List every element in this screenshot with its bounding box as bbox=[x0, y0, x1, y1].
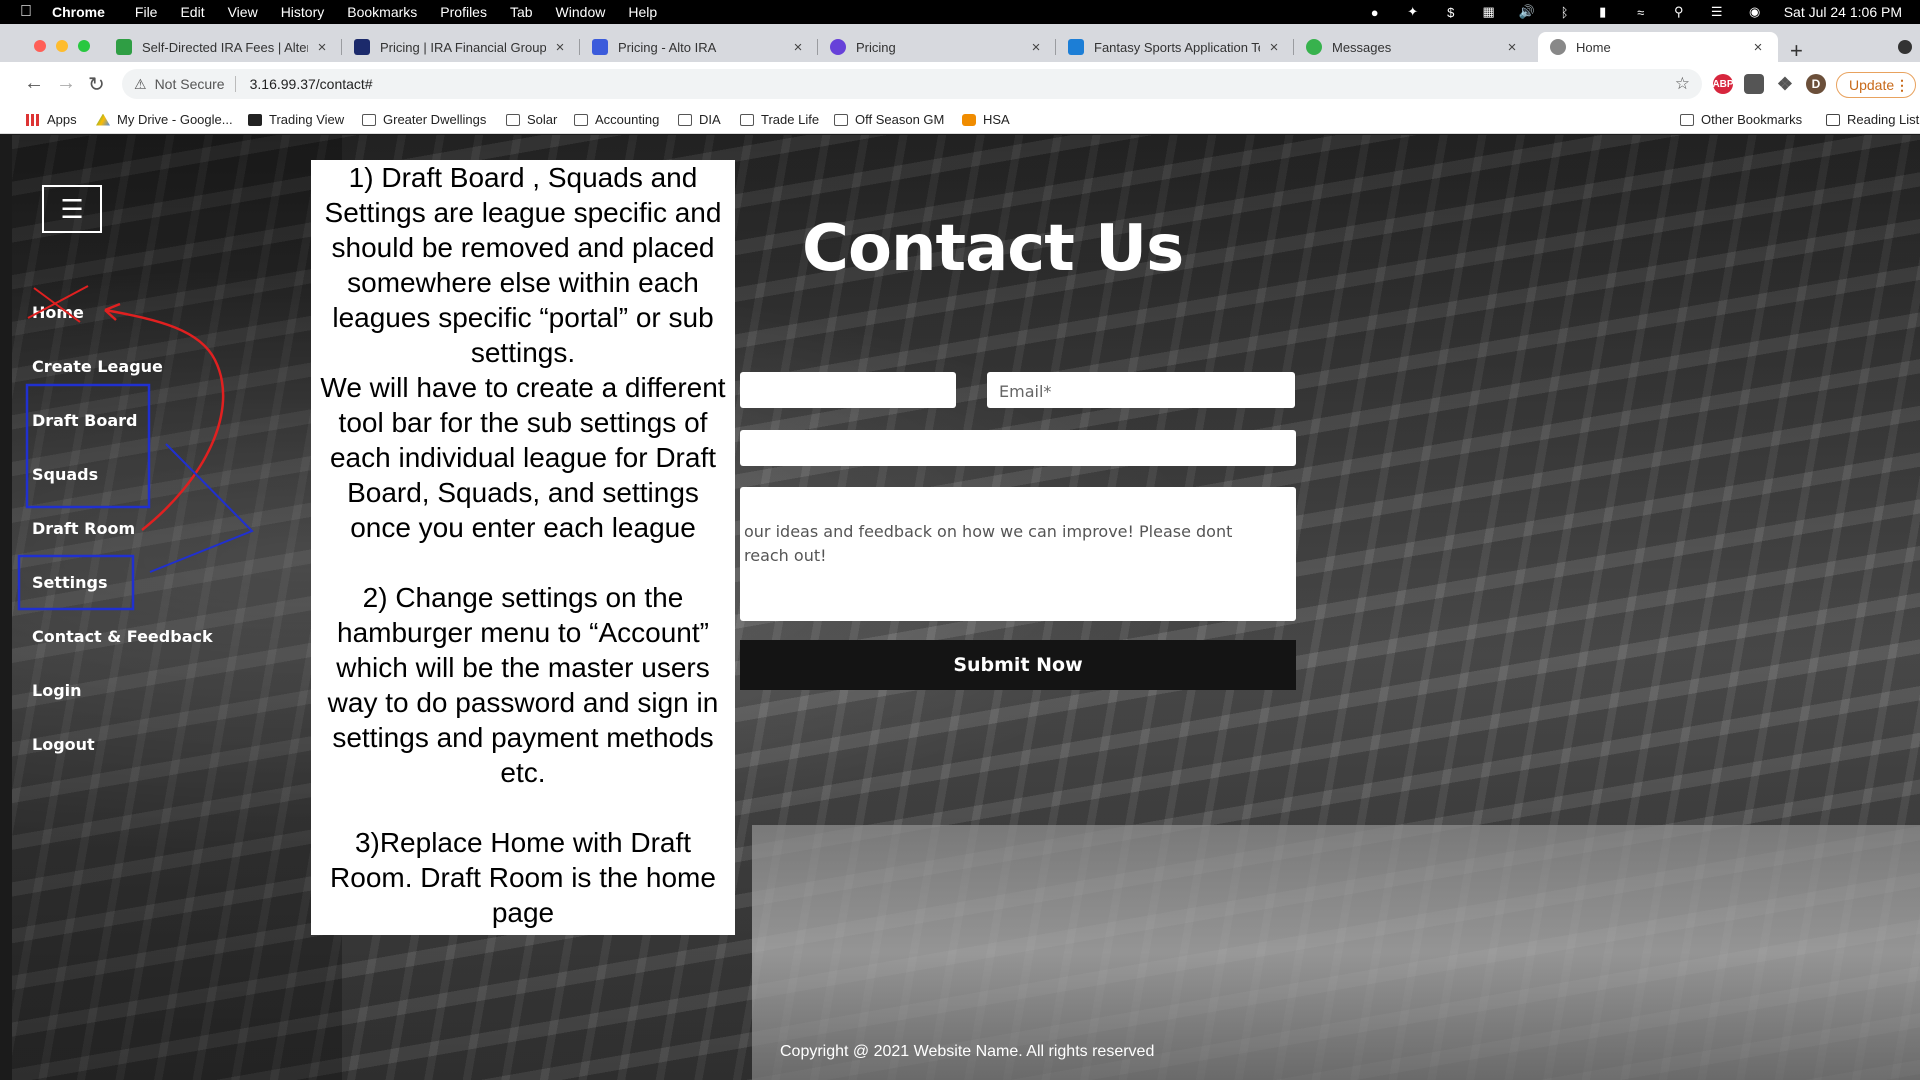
red-cross-mark bbox=[27, 285, 89, 323]
blue-box-settings bbox=[17, 554, 135, 611]
annotation-markup bbox=[17, 285, 254, 611]
blue-box-draft-board-squads bbox=[25, 383, 151, 509]
red-arrow bbox=[104, 308, 225, 531]
